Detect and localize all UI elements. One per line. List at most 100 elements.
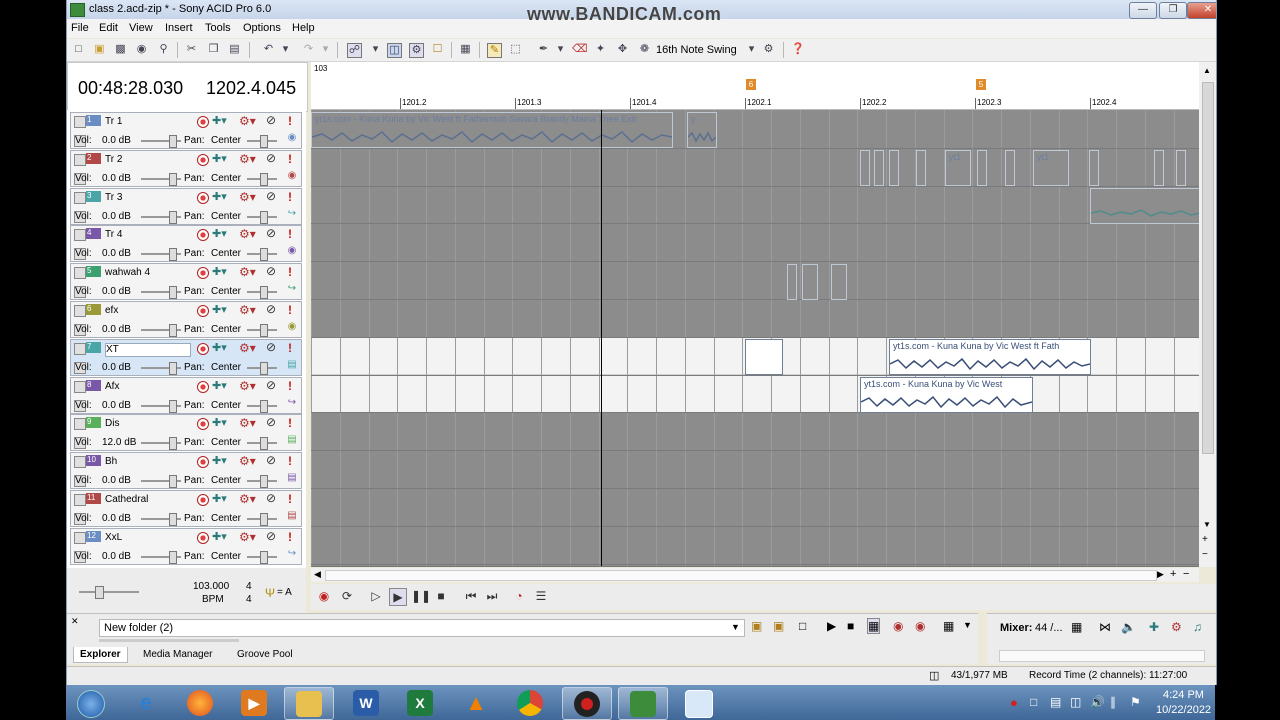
pan-knob[interactable]: [260, 248, 268, 262]
track-fx-icon[interactable]: ✚▾: [212, 190, 227, 203]
snap-icon[interactable]: ☍: [347, 43, 362, 58]
groove-swing-label[interactable]: 16th Note Swing: [656, 44, 737, 56]
render-icon[interactable]: ◉: [135, 43, 148, 56]
clip-xt-main[interactable]: yt1s.com - Kuna Kuna by Vic West ft Fath: [889, 339, 1091, 375]
track-minimize-icon[interactable]: [74, 456, 86, 469]
arm-record-icon[interactable]: [197, 229, 209, 242]
track-settings-icon[interactable]: ⚙▾: [239, 303, 256, 317]
mixer-scrollbar[interactable]: [999, 650, 1205, 662]
whats-this-help-icon[interactable]: ❓: [791, 43, 805, 56]
time-signature-top[interactable]: 4: [246, 581, 252, 592]
tray-icon[interactable]: ▤: [1050, 695, 1061, 709]
clip-tr2-event[interactable]: [860, 150, 870, 186]
track-minimize-icon[interactable]: [74, 153, 86, 166]
mute-icon[interactable]: ⊘: [266, 189, 276, 203]
track-settings-icon[interactable]: ⚙▾: [239, 265, 256, 279]
track-settings-icon[interactable]: ⚙▾: [239, 190, 256, 204]
folder-up-icon[interactable]: ▣: [751, 619, 762, 633]
track-fx-icon[interactable]: ✚▾: [212, 454, 227, 467]
track-header[interactable]: 7 XT ✚▾ ⚙▾ ⊘! Vol: 0.0 dB Pan: Center ▤: [70, 338, 302, 376]
network-icon[interactable]: ∥: [1110, 695, 1116, 709]
pause-icon[interactable]: ❚❚: [411, 588, 431, 604]
clip-tr2-event[interactable]: [889, 150, 899, 186]
track-minimize-icon[interactable]: [74, 191, 86, 204]
track-minimize-icon[interactable]: [74, 342, 86, 355]
beatmapper-icon[interactable]: ☰: [533, 588, 549, 604]
paint-dropdown-icon[interactable]: ▾: [554, 43, 567, 56]
insert-soft-synth-icon[interactable]: ♫: [1193, 620, 1202, 634]
arm-record-icon[interactable]: [197, 456, 209, 469]
arm-record-icon[interactable]: [197, 305, 209, 317]
tray-icon[interactable]: ◫: [1070, 695, 1081, 709]
track-settings-icon[interactable]: ⚙▾: [239, 416, 256, 430]
erase-tool-icon[interactable]: ⌫: [572, 43, 588, 56]
play-from-start-icon[interactable]: ▷: [368, 588, 384, 604]
clip-tr2-a[interactable]: yt1: [945, 150, 971, 186]
track-name[interactable]: Afx: [105, 381, 189, 393]
tab-explorer[interactable]: Explorer: [73, 647, 128, 663]
paste-icon[interactable]: ▤: [228, 43, 241, 56]
save-icon[interactable]: ▩: [114, 43, 127, 56]
clip-xt-small[interactable]: [745, 339, 783, 375]
taskbar-explorer[interactable]: [284, 687, 334, 720]
tab-media-manager[interactable]: Media Manager: [137, 647, 218, 662]
group-icon[interactable]: ▦: [459, 43, 472, 56]
solo-icon[interactable]: !: [288, 341, 292, 355]
mute-icon[interactable]: ⊘: [266, 151, 276, 165]
track-fx-icon[interactable]: ✚▾: [212, 492, 227, 505]
play-icon[interactable]: ▶: [389, 588, 407, 606]
stop-icon[interactable]: ■: [433, 588, 449, 604]
metronome-icon[interactable]: ◔: [511, 588, 527, 604]
clip-tr1-short[interactable]: y: [687, 112, 717, 148]
zoom-out-horizontal-icon[interactable]: −: [1183, 568, 1189, 580]
clock-date[interactable]: 10/22/2022: [1156, 704, 1211, 716]
dim-output-icon[interactable]: 🔈: [1121, 620, 1136, 634]
auto-ripple-icon[interactable]: ⚙: [409, 43, 424, 58]
track-minimize-icon[interactable]: [74, 305, 86, 317]
zoom-in-horizontal-icon[interactable]: +: [1170, 568, 1176, 580]
track-header[interactable]: 1 Tr 1 ✚▾ ⚙▾ ⊘! Vol: 0.0 dB Pan: Center ◉: [70, 112, 302, 149]
arm-record-icon[interactable]: [197, 191, 209, 204]
mute-icon[interactable]: ⊘: [266, 529, 276, 543]
folder-path-dropdown[interactable]: New folder (2) ▼: [99, 619, 745, 637]
pan-knob[interactable]: [260, 286, 268, 300]
track-name[interactable]: Bh: [105, 456, 189, 468]
solo-icon[interactable]: !: [288, 416, 292, 430]
open-folder-icon[interactable]: ▣: [93, 43, 106, 56]
volume-knob[interactable]: [169, 513, 177, 526]
volume-knob[interactable]: [169, 135, 177, 148]
mute-icon[interactable]: ⊘: [266, 378, 276, 392]
tray-icon[interactable]: □: [1030, 695, 1037, 709]
volume-knob[interactable]: [169, 550, 177, 564]
track-type-icon[interactable]: ▤: [287, 359, 297, 370]
split-tool-icon[interactable]: ✥: [616, 43, 629, 56]
solo-icon[interactable]: !: [288, 227, 292, 241]
track-name[interactable]: Dis: [105, 418, 189, 430]
track-settings-icon[interactable]: ⚙▾: [239, 114, 256, 128]
insert-bus-icon[interactable]: ✚: [1149, 620, 1159, 634]
playback-cursor[interactable]: [601, 110, 602, 566]
taskbar-excel[interactable]: X: [396, 687, 444, 718]
mute-icon[interactable]: ⊘: [266, 113, 276, 127]
preview-play-icon[interactable]: ▶: [827, 619, 836, 633]
groove-dropdown-icon[interactable]: ▾: [745, 43, 758, 56]
track-name[interactable]: Tr 4: [105, 229, 189, 241]
groove-settings-icon[interactable]: ⚙: [762, 43, 775, 56]
track-header[interactable]: 8 Afx ✚▾ ⚙▾ ⊘! Vol: 0.0 dB Pan: Center ↪: [70, 376, 302, 414]
taskbar-word[interactable]: W: [342, 687, 390, 718]
scroll-down-icon[interactable]: ▼: [1203, 520, 1211, 529]
auto-preview-icon[interactable]: ▦: [867, 618, 881, 634]
maximize-button[interactable]: ❐: [1159, 2, 1187, 19]
track-settings-icon[interactable]: ⚙▾: [239, 379, 256, 393]
track-header[interactable]: 2 Tr 2 ✚▾ ⚙▾ ⊘! Vol: 0.0 dB Pan: Center ◉: [70, 149, 302, 187]
cut-icon[interactable]: ✂: [185, 43, 198, 56]
bpm-value[interactable]: 103.000: [193, 581, 229, 592]
arm-record-icon[interactable]: [197, 494, 209, 506]
record-icon[interactable]: ◉: [316, 588, 332, 604]
views-icon[interactable]: ▦: [943, 619, 954, 633]
media-properties-icon[interactable]: ◉: [893, 619, 903, 633]
track-settings-icon[interactable]: ⚙▾: [239, 492, 256, 506]
track-type-icon[interactable]: ▤: [287, 511, 297, 521]
marker-6[interactable]: 6: [746, 79, 756, 90]
scroll-thumb[interactable]: [1202, 82, 1214, 454]
